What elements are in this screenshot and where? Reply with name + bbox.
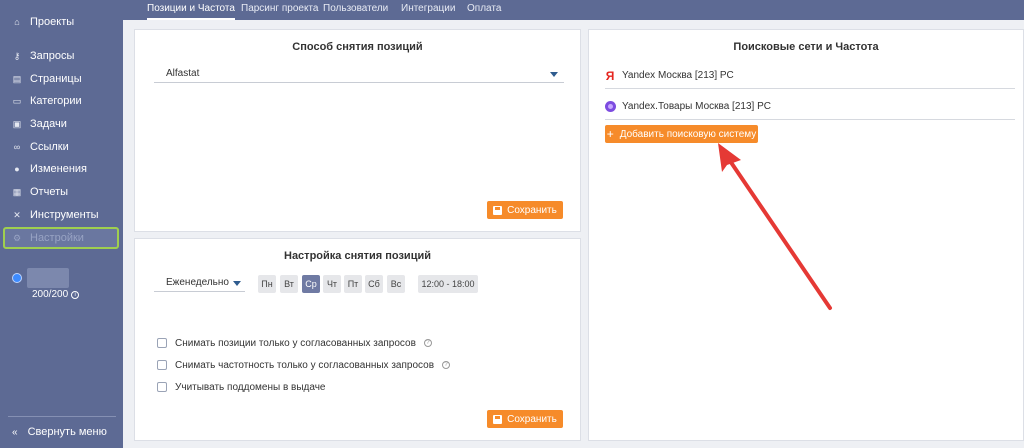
sidebar-item-pages[interactable]: ▤ Страницы (0, 68, 123, 90)
tab-project-parsing[interactable]: Парсинг проекта (241, 0, 318, 20)
method-select-value: Alfastat (166, 68, 200, 79)
method-select[interactable]: Alfastat (154, 67, 564, 83)
info-icon[interactable]: i (71, 290, 80, 299)
task-icon: ▣ (12, 118, 22, 129)
quota-value: 200/200 (32, 289, 69, 300)
quota: 200/200 i (32, 289, 80, 300)
sidebar-item-label: Инструменты (30, 209, 99, 221)
method-panel: Способ снятия позиций Alfastat Сохранить (134, 29, 581, 232)
search-engine-label: Yandex.Товары Москва [213] PC (622, 101, 771, 112)
sidebar-item-tools[interactable]: ✕ Инструменты (0, 204, 123, 226)
schedule-panel: Настройка снятия позиций Еженедельно Сни… (134, 238, 581, 441)
sidebar: ⌂ Проекты ⚷ Запросы ▤ Страницы ▭ Категор… (0, 0, 123, 448)
frequency-select[interactable]: Еженедельно (154, 276, 245, 292)
tab-users[interactable]: Пользователи (323, 0, 388, 20)
help-icon[interactable]: ? (442, 361, 451, 369)
sidebar-item-links[interactable]: ∞ Ссылки (0, 136, 123, 158)
page-icon: ▤ (12, 73, 22, 84)
help-icon[interactable]: ? (423, 339, 432, 347)
day-mon[interactable]: Пн (258, 275, 276, 293)
sidebar-item-label: Страницы (30, 73, 82, 85)
search-engine-row[interactable]: Я Yandex Москва [213] PC (605, 63, 1015, 89)
sidebar-item-label: Задачи (30, 118, 67, 130)
sidebar-item-tasks[interactable]: ▣ Задачи (0, 113, 123, 135)
report-icon: ▦ (12, 186, 22, 197)
option-subdomains[interactable]: Учитывать поддомены в выдаче (157, 380, 325, 394)
sidebar-item-label: Проекты (30, 16, 75, 28)
sidebar-item-reports[interactable]: ▦ Отчеты (0, 181, 123, 203)
plus-icon: + (606, 127, 614, 141)
search-engine-row[interactable]: Yandex.Товары Москва [213] PC (605, 94, 1015, 120)
caret-down-icon (233, 281, 241, 286)
save-label: Сохранить (507, 204, 557, 216)
checkbox[interactable] (157, 360, 167, 370)
sidebar-item-label: Настройки (30, 232, 84, 244)
save-label: Сохранить (507, 413, 557, 425)
collapse-menu-label: Свернуть меню (27, 426, 107, 438)
panel-title: Способ снятия позиций (292, 41, 423, 53)
search-engine-label: Yandex Москва [213] PC (622, 70, 734, 81)
tools-icon: ✕ (13, 209, 21, 220)
sidebar-item-label: Отчеты (30, 186, 69, 198)
day-wed[interactable]: Ср (302, 275, 320, 293)
save-icon (493, 414, 503, 424)
day-sat[interactable]: Сб (365, 275, 383, 293)
changes-icon: ● (14, 164, 20, 174)
option-label: Снимать позиции только у согласованных з… (175, 337, 416, 349)
day-tue[interactable]: Вт (280, 275, 298, 293)
user-name-redacted (27, 268, 69, 288)
sidebar-item-label: Категории (30, 95, 82, 107)
sidebar-item-changes[interactable]: ● Изменения (0, 158, 123, 180)
day-fri[interactable]: Пт (344, 275, 362, 293)
home-icon: ⌂ (14, 17, 20, 27)
time-range[interactable]: 12:00 - 18:00 (418, 275, 478, 293)
caret-down-icon (550, 72, 558, 77)
key-icon: ⚷ (13, 50, 21, 61)
tab-positions-frequency[interactable]: Позиции и Частота (147, 0, 235, 20)
search-engines-panel: Поисковые сети и Частота (588, 29, 1024, 441)
collapse-menu-button[interactable]: « Свернуть меню (12, 426, 107, 438)
option-approved-frequency[interactable]: Снимать частотность только у согласованн… (157, 358, 451, 372)
globe-icon (12, 273, 22, 283)
add-search-engine-button[interactable]: + Добавить поисковую систему (605, 125, 758, 143)
sidebar-item-label: Ссылки (30, 141, 69, 153)
save-button[interactable]: Сохранить (487, 201, 563, 219)
yandex-market-icon (605, 101, 616, 112)
checkbox[interactable] (157, 382, 167, 392)
checkbox[interactable] (157, 338, 167, 348)
sidebar-divider (8, 416, 116, 417)
sidebar-item-label: Запросы (30, 50, 75, 62)
option-approved-positions[interactable]: Снимать позиции только у согласованных з… (157, 336, 432, 350)
day-sun[interactable]: Вс (387, 275, 405, 293)
tab-payment[interactable]: Оплата (467, 0, 501, 20)
double-chevron-left-icon: « (12, 426, 18, 438)
option-label: Учитывать поддомены в выдаче (175, 381, 326, 393)
panel-title: Настройка снятия позиций (284, 250, 431, 262)
sidebar-item-projects[interactable]: ⌂ Проекты (0, 11, 123, 33)
sidebar-item-queries[interactable]: ⚷ Запросы (0, 45, 123, 67)
link-icon: ∞ (13, 142, 21, 152)
sidebar-item-label: Изменения (30, 163, 87, 175)
top-tabs: Позиции и Частота Парсинг проекта Пользо… (123, 0, 1024, 20)
sidebar-item-settings[interactable]: ⚙ Настройки (3, 227, 119, 249)
day-thu[interactable]: Чт (323, 275, 341, 293)
tab-integrations[interactable]: Интеграции (401, 0, 455, 20)
sidebar-item-categories[interactable]: ▭ Категории (0, 90, 123, 112)
save-icon (493, 205, 503, 215)
folder-icon: ▭ (12, 95, 22, 106)
yandex-icon: Я (605, 68, 615, 83)
add-search-engine-label: Добавить поисковую систему (619, 128, 757, 140)
user-block: 200/200 i (10, 268, 120, 304)
frequency-value: Еженедельно (166, 277, 229, 288)
save-button[interactable]: Сохранить (487, 410, 563, 428)
option-label: Снимать частотность только у согласованн… (175, 359, 435, 371)
panel-title: Поисковые сети и Частота (733, 41, 879, 53)
gear-icon: ⚙ (12, 232, 22, 243)
